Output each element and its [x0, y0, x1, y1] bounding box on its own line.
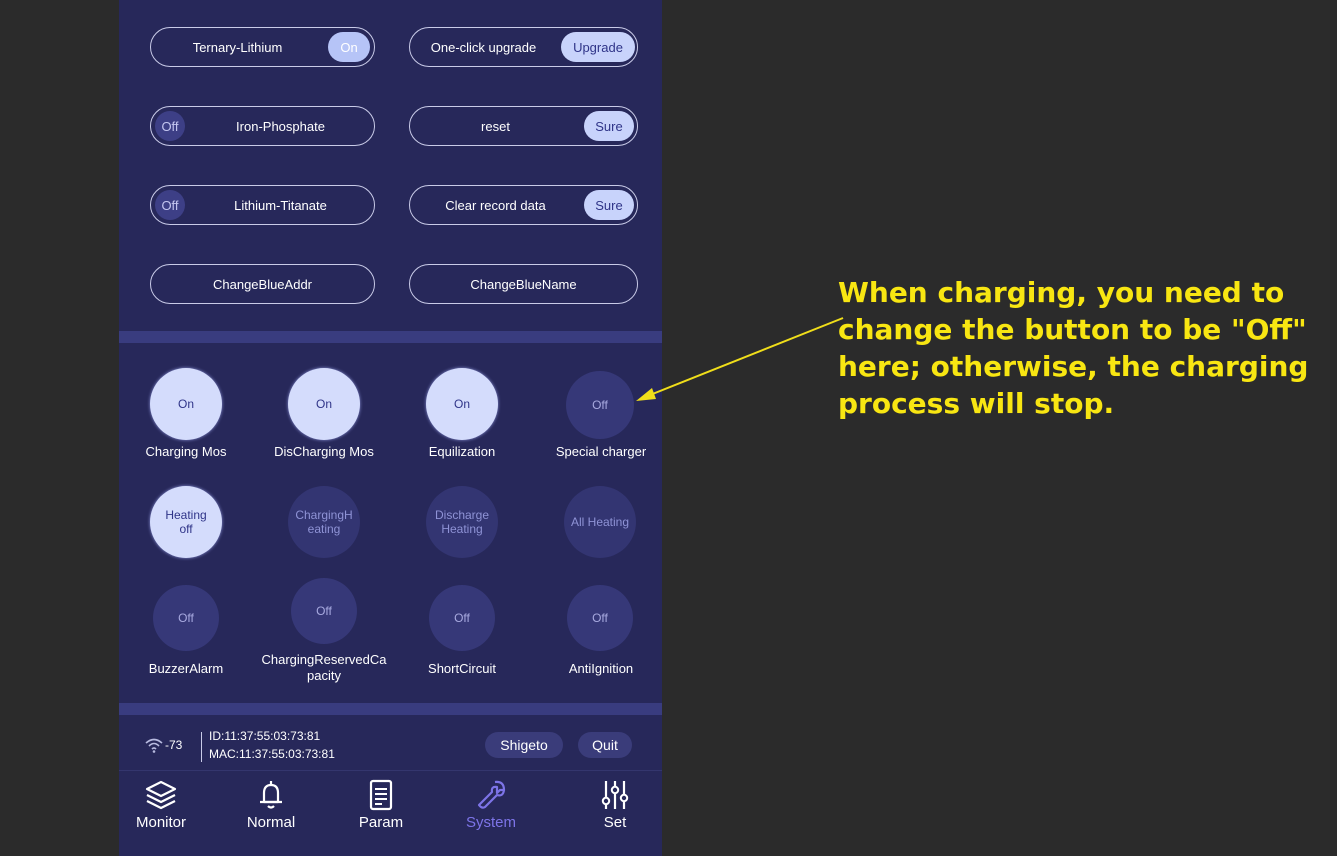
- annotation-text: When charging, you need to change the bu…: [838, 276, 1309, 420]
- annotation-arrow: [636, 317, 844, 401]
